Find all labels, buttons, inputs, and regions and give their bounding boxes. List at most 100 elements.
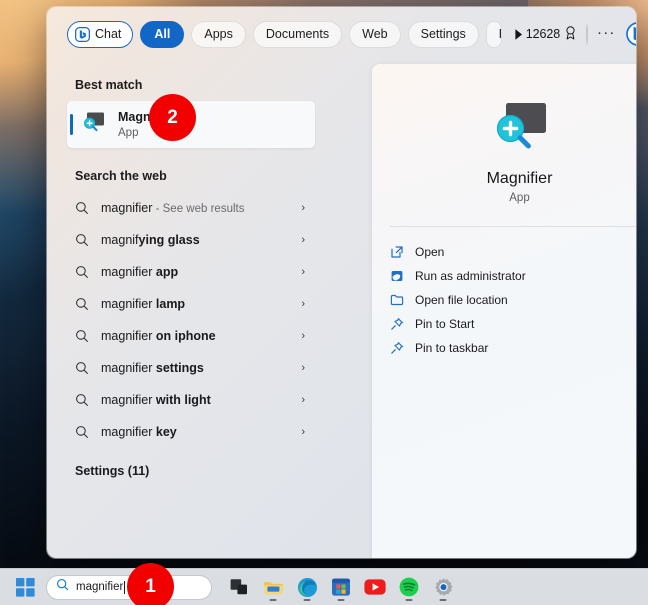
- taskbar: magnifier: [0, 568, 648, 605]
- running-indicator: [269, 599, 277, 601]
- tab-web-label: Web: [362, 27, 388, 41]
- tab-chat-label: Chat: [95, 27, 122, 41]
- search-icon: [56, 578, 69, 596]
- search-flyout: Chat All Apps Documents Web Settings Peo…: [47, 7, 636, 558]
- web-result-row[interactable]: magnifying glass ›: [67, 224, 315, 256]
- web-result-row[interactable]: magnifier with light ›: [67, 384, 315, 416]
- settings-gear-icon[interactable]: [430, 572, 456, 602]
- rewards-points: 12628: [525, 27, 561, 41]
- tab-chat[interactable]: Chat: [67, 20, 134, 48]
- search-icon: [75, 393, 97, 407]
- search-icon: [75, 361, 97, 375]
- pin-icon: [390, 317, 415, 331]
- web-result-row[interactable]: magnifier settings ›: [67, 352, 315, 384]
- step-badge-2: 2: [149, 94, 196, 141]
- tab-documents-label: Documents: [265, 27, 330, 41]
- tab-people-label: People: [499, 27, 501, 41]
- chevron-right-icon[interactable]: ›: [301, 426, 309, 438]
- windows-start-icon[interactable]: [14, 576, 36, 598]
- rewards-medal-icon: [564, 25, 577, 43]
- preview-divider: [390, 226, 636, 227]
- action-open[interactable]: Open: [390, 240, 636, 264]
- search-input-value: magnifier: [76, 581, 124, 593]
- search-icon: [75, 425, 97, 439]
- action-open-file-location[interactable]: Open file location: [390, 288, 636, 312]
- task-view-icon[interactable]: [226, 572, 252, 602]
- web-result-row[interactable]: magnifier key ›: [67, 416, 315, 448]
- file-explorer-icon[interactable]: [260, 572, 286, 602]
- action-pin-to-taskbar-label: Pin to taskbar: [415, 341, 489, 355]
- text-caret: [124, 580, 126, 594]
- web-result-label: magnifier lamp: [101, 297, 186, 311]
- web-result-label: magnifier settings: [101, 361, 204, 375]
- running-indicator: [405, 599, 413, 601]
- action-run-as-administrator-label: Run as administrator: [415, 269, 526, 283]
- best-match-heading: Best match: [75, 78, 143, 92]
- magnifier-app-icon: [486, 95, 554, 157]
- action-pin-to-start[interactable]: Pin to Start: [390, 312, 636, 336]
- screen: Chat All Apps Documents Web Settings Peo…: [0, 0, 648, 605]
- edge-icon[interactable]: [294, 572, 320, 602]
- web-result-label: magnifier key: [101, 425, 177, 439]
- search-icon: [75, 297, 97, 311]
- pin-icon: [390, 341, 415, 355]
- tab-apps-label: Apps: [204, 27, 233, 41]
- chevron-right-icon[interactable]: ›: [301, 394, 309, 406]
- search-the-web-heading: Search the web: [75, 169, 167, 183]
- web-results-list: magnifier - See web results › magnifying g…: [67, 192, 315, 448]
- chevron-right-icon[interactable]: ›: [301, 202, 309, 214]
- search-icon: [75, 265, 97, 279]
- web-result-label: magnifier with light: [101, 393, 211, 407]
- bing-logo-icon[interactable]: [625, 22, 636, 46]
- microsoft-store-icon[interactable]: [328, 572, 354, 602]
- tab-settings[interactable]: Settings: [407, 20, 479, 48]
- tab-documents[interactable]: Documents: [252, 20, 343, 48]
- shield-admin-icon: [390, 269, 415, 283]
- rewards-counter[interactable]: 12628: [525, 25, 577, 43]
- web-result-label: magnifier on iphone: [101, 329, 216, 343]
- preview-app-subtitle: App: [509, 192, 530, 204]
- web-result-row[interactable]: magnifier - See web results ›: [67, 192, 315, 224]
- app-preview-panel: Magnifier App Open Run as administrator …: [372, 64, 636, 558]
- search-icon: [75, 329, 97, 343]
- tab-all-label: All: [154, 27, 171, 41]
- chevron-right-icon[interactable]: ›: [301, 266, 309, 278]
- app-actions-list: Open Run as administrator Open file loca…: [372, 240, 636, 360]
- search-icon: [75, 201, 97, 215]
- action-pin-to-start-label: Pin to Start: [415, 317, 475, 331]
- preview-app-title: Magnifier: [486, 170, 553, 187]
- youtube-icon[interactable]: [362, 572, 388, 602]
- web-result-label: magnifier app: [101, 265, 179, 279]
- running-indicator: [337, 599, 345, 601]
- settings-count-heading: Settings (11): [75, 464, 150, 478]
- web-result-row[interactable]: magnifier on iphone ›: [67, 320, 315, 352]
- chevron-right-icon[interactable]: ›: [301, 362, 309, 374]
- step-badge-1: 1: [127, 563, 174, 605]
- tab-apps[interactable]: Apps: [191, 20, 246, 48]
- web-result-row[interactable]: magnifier app ›: [67, 256, 315, 288]
- more-options-icon[interactable]: ···: [597, 25, 616, 40]
- account-avatar-icon[interactable]: [586, 23, 589, 45]
- open-external-icon: [390, 245, 415, 259]
- tabs-scroll-right-icon[interactable]: [513, 23, 524, 45]
- selection-accent-bar: [70, 114, 73, 135]
- web-result-label: magnifying glass: [101, 233, 200, 247]
- folder-icon: [390, 293, 415, 307]
- chevron-right-icon[interactable]: ›: [301, 298, 309, 310]
- chevron-right-icon[interactable]: ›: [301, 330, 309, 342]
- tab-people[interactable]: People: [485, 20, 502, 48]
- web-result-row[interactable]: magnifier lamp ›: [67, 288, 315, 320]
- chevron-right-icon[interactable]: ›: [301, 234, 309, 246]
- running-indicator: [303, 599, 311, 601]
- action-open-file-location-label: Open file location: [415, 293, 508, 307]
- magnifier-app-icon: [81, 110, 107, 139]
- action-open-label: Open: [415, 245, 445, 259]
- spotify-icon[interactable]: [396, 572, 422, 602]
- tab-web[interactable]: Web: [349, 20, 401, 48]
- search-tabbar: Chat All Apps Documents Web Settings Peo…: [47, 7, 636, 61]
- action-run-as-administrator[interactable]: Run as administrator: [390, 264, 636, 288]
- action-pin-to-taskbar[interactable]: Pin to taskbar: [390, 336, 636, 360]
- tab-settings-label: Settings: [420, 27, 466, 41]
- bing-chat-icon: [75, 26, 90, 42]
- tab-all[interactable]: All: [140, 20, 185, 48]
